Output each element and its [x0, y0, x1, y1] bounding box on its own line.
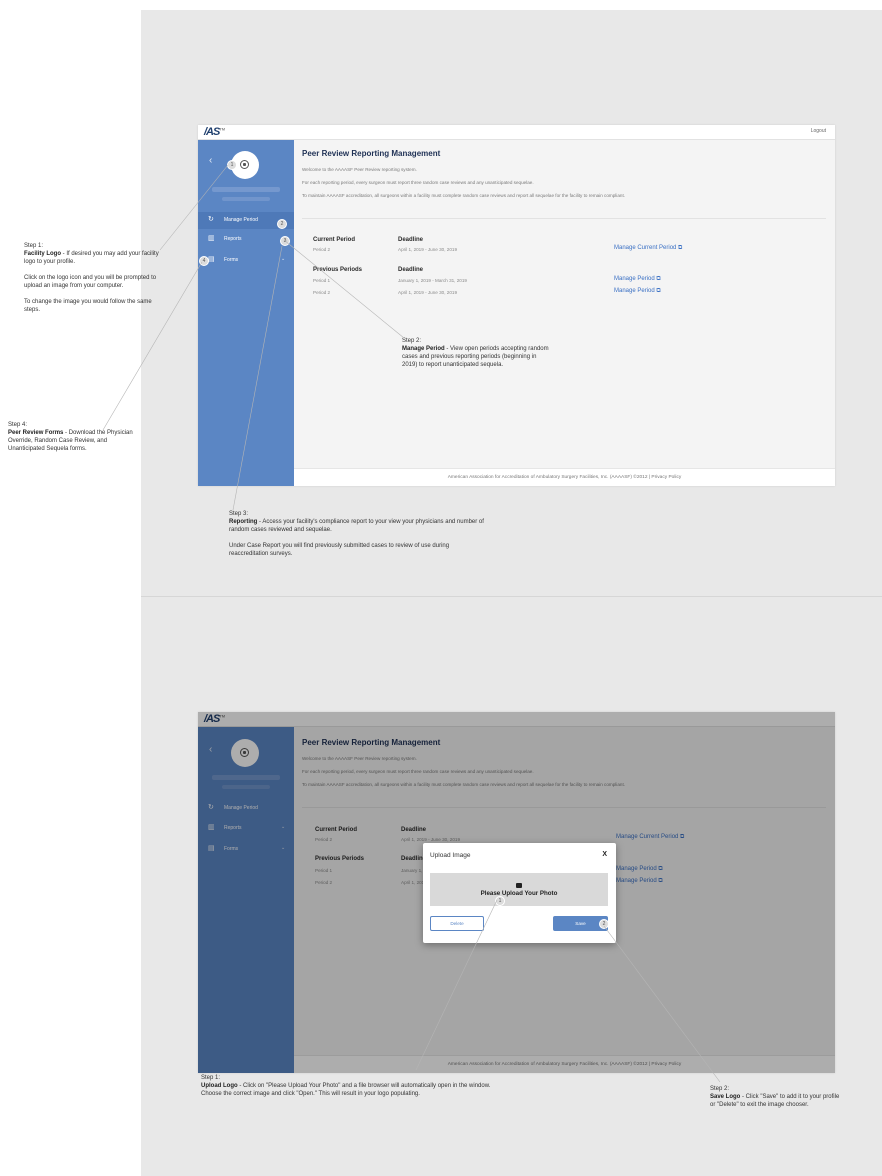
modal-title: Upload Image — [430, 852, 471, 859]
chevron-down-icon: ⌄ — [281, 256, 286, 262]
step1-annotation: Step 1: Facility Logo - If desired you ma… — [24, 243, 159, 313]
upload-photo-label: Please Upload Your Photo — [480, 890, 558, 897]
manage-period-link[interactable]: Manage Period ⧉ — [614, 276, 661, 283]
footer: American Association for Accreditation o… — [294, 468, 835, 486]
delete-button[interactable]: Delete — [430, 916, 484, 931]
upload-logo-annotation: Step 1: Upload Logo - Click on "Please Up… — [201, 1075, 491, 1097]
intro-text: To maintain AAAASF accreditation, all su… — [302, 193, 625, 198]
sidebar-item-label: Manage Period — [224, 217, 258, 223]
period-dates: April 1, 2019 - June 30, 2019 — [398, 290, 457, 295]
sidebar-item-label: Forms — [224, 257, 239, 263]
step-badge: 2 — [599, 919, 609, 929]
sidebar-item-label: Reports — [224, 236, 242, 242]
manage-current-period-link[interactable]: Manage Current Period ⧉ — [614, 245, 682, 252]
previous-periods-label: Previous Periods — [313, 267, 363, 273]
manage-period-link[interactable]: Manage Period ⧉ — [614, 288, 661, 295]
top-bar: /ASTM Logout — [198, 125, 835, 140]
intro-text: Welcome to the AAAASF Peer Review report… — [302, 167, 417, 172]
period-name: Period 1 — [313, 278, 331, 283]
step-badge: 3 — [280, 236, 290, 246]
back-arrow-icon[interactable]: ‹ — [209, 155, 212, 166]
save-logo-annotation: Step 2: Save Logo - Click "Save" to add i… — [710, 1086, 840, 1108]
refresh-icon: ↻ — [208, 216, 214, 223]
page-title: Peer Review Reporting Management — [302, 149, 441, 158]
external-link-icon: ⧉ — [678, 245, 683, 251]
current-period-name: Period 2 — [313, 247, 331, 252]
step-badge: 1 — [227, 160, 237, 170]
camera-icon — [516, 883, 522, 888]
period-dates: January 1, 2019 - March 31, 2019 — [398, 278, 467, 283]
current-period-label: Current Period — [313, 237, 356, 243]
facility-name — [212, 187, 280, 192]
sidebar-item-forms[interactable]: ▤ Forms ⌄ — [198, 252, 294, 269]
close-icon[interactable]: X — [602, 851, 607, 858]
step-badge: 1 — [495, 896, 505, 906]
bar-chart-icon: ▥ — [208, 235, 215, 242]
step3-annotation: Step 3: Reporting - Access your facility'… — [229, 511, 484, 557]
current-period-dates: April 1, 2019 - June 30, 2019 — [398, 247, 457, 252]
section-divider — [141, 596, 882, 597]
facility-subtitle — [222, 197, 270, 201]
step-badge: 4 — [199, 256, 209, 266]
intro-text: For each reporting period, every surgeon… — [302, 180, 534, 185]
step2-annotation: Step 2: Manage Period - View open periods… — [402, 338, 549, 368]
external-link-icon: ⧉ — [656, 288, 661, 294]
content-divider — [302, 218, 826, 219]
external-link-icon: ⧉ — [656, 276, 661, 282]
step4-annotation: Step 4: Peer Review Forms - Download the … — [8, 422, 133, 452]
aaaasf-logo[interactable]: /ASTM — [204, 126, 225, 138]
app-screenshot-top: /ASTM Logout ‹ 1 ↻ Manage Period 2 ▥ Rep… — [198, 125, 835, 486]
image-icon — [240, 160, 249, 169]
deadline-label: Deadline — [398, 237, 424, 243]
step-badge: 2 — [277, 219, 287, 229]
document-icon: ▤ — [208, 256, 215, 263]
upload-image-modal: Upload Image X Please Upload Your Photo … — [423, 843, 616, 943]
deadline-label: Deadline — [398, 267, 424, 273]
sidebar: ‹ 1 ↻ Manage Period 2 ▥ Reports 3 ▤ Form… — [198, 140, 294, 486]
upload-photo-button[interactable]: Please Upload Your Photo — [430, 873, 608, 906]
main-content: Peer Review Reporting Management Welcome… — [294, 139, 835, 486]
period-name: Period 2 — [313, 290, 331, 295]
logout-link[interactable]: Logout — [811, 128, 826, 134]
